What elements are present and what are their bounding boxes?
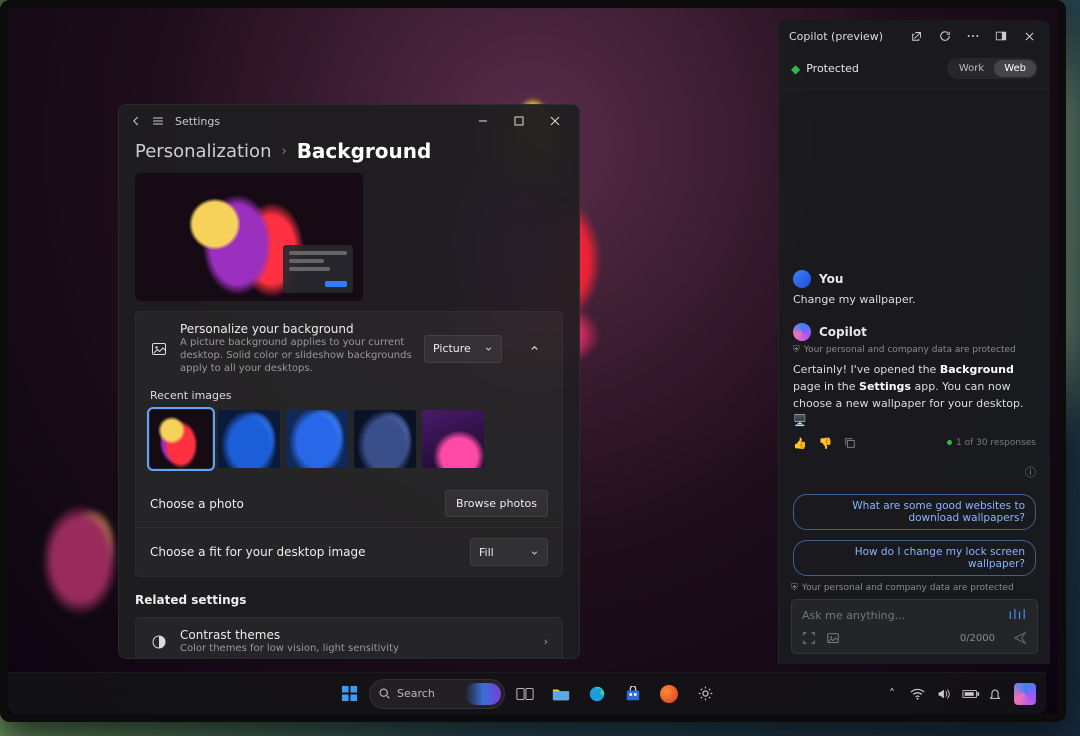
copilot-status-bar: ◆ Protected Work Web bbox=[779, 52, 1050, 90]
copy-icon[interactable] bbox=[844, 437, 856, 449]
shield-icon: ◆ bbox=[791, 62, 800, 76]
copilot-input[interactable] bbox=[802, 609, 1009, 622]
lock-icon: ⛨ bbox=[791, 583, 798, 593]
suggestion-chip[interactable]: What are some good websites to download … bbox=[793, 494, 1036, 530]
start-button[interactable] bbox=[333, 678, 365, 710]
recent-image-thumb[interactable] bbox=[286, 410, 348, 468]
voice-icon[interactable]: ılıl bbox=[1009, 608, 1027, 623]
copilot-taskbar-icon[interactable] bbox=[1014, 683, 1036, 705]
suggestion-chip[interactable]: How do I change my lock screen wallpaper… bbox=[793, 540, 1036, 576]
wifi-icon[interactable] bbox=[910, 688, 926, 700]
contrast-title: Contrast themes bbox=[180, 628, 532, 642]
user-name: You bbox=[819, 272, 843, 286]
settings-titlebar: Settings bbox=[119, 105, 579, 137]
settings-icon[interactable] bbox=[689, 678, 721, 710]
toggle-work[interactable]: Work bbox=[949, 60, 994, 77]
maximize-button[interactable] bbox=[501, 107, 537, 135]
dock-icon[interactable] bbox=[990, 25, 1012, 47]
recent-image-thumb[interactable] bbox=[354, 410, 416, 468]
recent-images-label: Recent images bbox=[136, 385, 562, 410]
edge-icon[interactable] bbox=[581, 678, 613, 710]
image-icon[interactable] bbox=[826, 631, 840, 645]
thumbs-down-icon[interactable]: 👎 bbox=[819, 437, 833, 450]
picture-icon bbox=[150, 340, 168, 358]
recent-images-row bbox=[136, 410, 562, 480]
notification-icon[interactable] bbox=[988, 687, 1004, 701]
char-counter: 0/2000 bbox=[960, 633, 995, 644]
more-icon[interactable] bbox=[962, 25, 984, 47]
copilot-input-box: ılıl 0/2000 bbox=[791, 599, 1038, 654]
fit-select[interactable]: Fill bbox=[470, 538, 548, 566]
toggle-web[interactable]: Web bbox=[994, 60, 1036, 77]
choose-photo-label: Choose a photo bbox=[150, 497, 433, 511]
collapse-button[interactable] bbox=[520, 335, 548, 363]
open-external-icon[interactable] bbox=[906, 25, 928, 47]
related-settings-heading: Related settings bbox=[135, 593, 563, 607]
search-placeholder: Search bbox=[397, 687, 435, 700]
recent-image-thumb[interactable] bbox=[218, 410, 280, 468]
lock-icon: ⛨ bbox=[793, 345, 800, 355]
background-type-select[interactable]: Picture bbox=[424, 335, 502, 363]
search-icon bbox=[378, 687, 391, 700]
explorer-icon[interactable] bbox=[545, 678, 577, 710]
background-type-value: Picture bbox=[433, 342, 471, 355]
copilot-panel: Copilot (preview) ◆ Protected Work Web Y… bbox=[778, 20, 1050, 664]
privacy-note: Your personal and company data are prote… bbox=[804, 345, 1016, 355]
browse-photos-button[interactable]: Browse photos bbox=[445, 490, 548, 517]
privacy-note-bottom: Your personal and company data are prote… bbox=[802, 583, 1014, 593]
chevron-down-icon bbox=[530, 548, 539, 557]
back-button[interactable] bbox=[127, 112, 145, 130]
info-icon[interactable]: ⓘ bbox=[1025, 464, 1036, 480]
pinned-app-icon[interactable] bbox=[653, 678, 685, 710]
personalize-subtitle: A picture background applies to your cur… bbox=[180, 336, 412, 375]
copilot-title: Copilot (preview) bbox=[789, 30, 900, 43]
user-message: Change my wallpaper. bbox=[793, 292, 1036, 309]
copilot-reply: Certainly! I've opened the Background pa… bbox=[793, 361, 1036, 429]
contrast-subtitle: Color themes for low vision, light sensi… bbox=[180, 642, 532, 655]
breadcrumb: Personalization › Background bbox=[119, 137, 579, 173]
copilot-avatar bbox=[793, 323, 811, 341]
hamburger-icon[interactable] bbox=[149, 112, 167, 130]
personalize-card: Personalize your background A picture ba… bbox=[135, 311, 563, 577]
protected-label: Protected bbox=[806, 62, 859, 75]
taskbar: Search ˄ bbox=[8, 672, 1046, 714]
battery-icon[interactable] bbox=[962, 689, 978, 699]
taskbar-search[interactable]: Search bbox=[369, 679, 505, 709]
desktop-preview bbox=[135, 173, 363, 301]
chevron-down-icon bbox=[484, 344, 493, 353]
fit-label: Choose a fit for your desktop image bbox=[150, 545, 458, 559]
volume-icon[interactable] bbox=[936, 687, 952, 701]
close-button[interactable] bbox=[537, 107, 573, 135]
feedback-row: 👍 👎 1 of 30 responses bbox=[793, 437, 1036, 450]
breadcrumb-root[interactable]: Personalization bbox=[135, 141, 271, 162]
store-icon[interactable] bbox=[617, 678, 649, 710]
chevron-right-icon: › bbox=[281, 144, 286, 159]
minimize-button[interactable] bbox=[465, 107, 501, 135]
copilot-name: Copilot bbox=[819, 325, 867, 339]
contrast-icon bbox=[150, 633, 168, 651]
thumbs-up-icon[interactable]: 👍 bbox=[793, 437, 807, 450]
chevron-right-icon: › bbox=[544, 635, 548, 648]
close-icon[interactable] bbox=[1018, 25, 1040, 47]
settings-window: Settings Personalization › Background bbox=[118, 104, 580, 659]
refresh-icon[interactable] bbox=[934, 25, 956, 47]
fit-value: Fill bbox=[479, 546, 494, 559]
contrast-themes-link[interactable]: Contrast themes Color themes for low vis… bbox=[135, 617, 563, 658]
tray-chevron-icon[interactable]: ˄ bbox=[884, 687, 900, 701]
responses-counter: 1 of 30 responses bbox=[947, 438, 1036, 448]
app-title: Settings bbox=[175, 115, 220, 128]
recent-image-thumb[interactable] bbox=[422, 410, 484, 468]
task-view-icon[interactable] bbox=[509, 678, 541, 710]
scope-toggle: Work Web bbox=[947, 58, 1038, 79]
system-tray: ˄ bbox=[884, 683, 1036, 705]
personalize-title: Personalize your background bbox=[180, 322, 412, 336]
user-avatar bbox=[793, 270, 811, 288]
recent-image-thumb[interactable] bbox=[150, 410, 212, 468]
scan-icon[interactable] bbox=[802, 631, 816, 645]
send-icon[interactable] bbox=[1013, 631, 1027, 645]
breadcrumb-leaf: Background bbox=[297, 139, 432, 163]
copilot-titlebar: Copilot (preview) bbox=[779, 20, 1050, 52]
